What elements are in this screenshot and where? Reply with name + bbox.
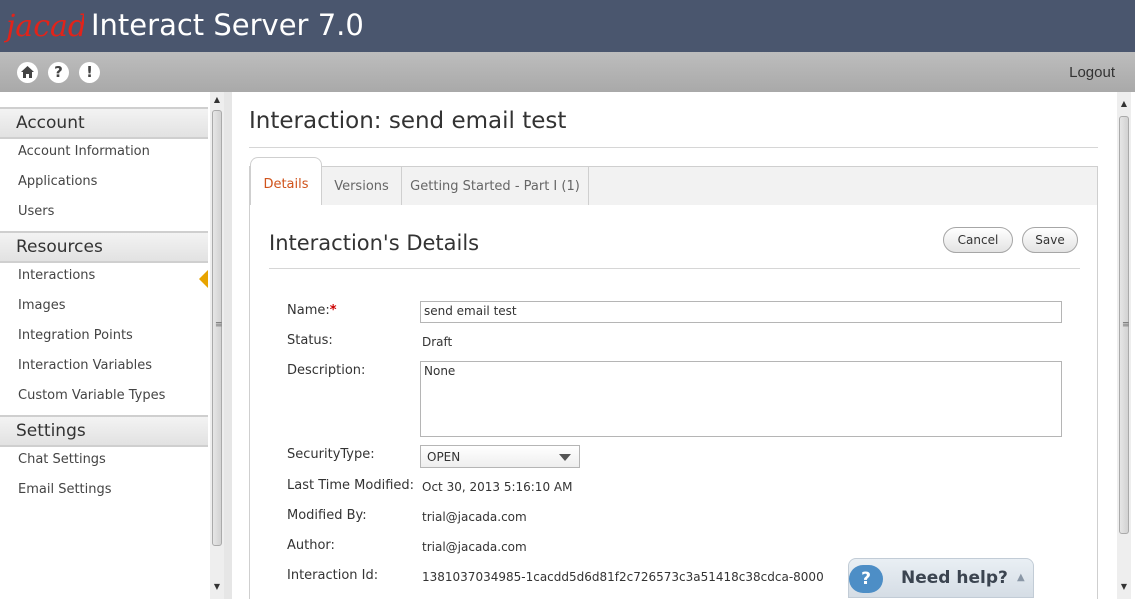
sidebar-section-title: Account: [16, 113, 85, 133]
main-content: Interaction: send email test Details Ver…: [232, 92, 1115, 599]
required-mark: *: [329, 303, 337, 318]
main-scrollbar[interactable]: ▲ ≡ ▼: [1117, 92, 1131, 599]
active-item-marker: [199, 270, 208, 288]
toolbar: ? ! Logout: [0, 52, 1135, 92]
sidebar-section-account: Account: [0, 107, 208, 139]
last-modified-value: Oct 30, 2013 5:16:10 AM: [422, 480, 573, 494]
save-button[interactable]: Save: [1022, 227, 1078, 253]
app-title: Interact Server 7.0: [91, 8, 364, 42]
scroll-down-arrow[interactable]: ▼: [1117, 581, 1131, 593]
sidebar-section-title: Resources: [16, 237, 103, 257]
description-label: Description:: [287, 363, 366, 378]
sidebar-item-interaction-variables[interactable]: Interaction Variables: [18, 358, 152, 373]
main-scroll-thumb[interactable]: ≡: [1119, 116, 1130, 534]
need-help-label: Need help?: [901, 568, 1008, 588]
name-field[interactable]: send email test: [420, 301, 1062, 323]
home-icon-shape: [21, 66, 34, 78]
section-divider: [269, 268, 1080, 269]
author-value: trial@jacada.com: [422, 540, 527, 554]
sidebar-item-images[interactable]: Images: [18, 298, 66, 313]
scroll-up-arrow[interactable]: ▲: [1117, 98, 1131, 110]
sidebar-item-users[interactable]: Users: [18, 204, 54, 219]
status-value: Draft: [422, 335, 453, 349]
interaction-id-value: 1381037034985-1cacdd5d6d81f2c726573c3a51…: [422, 570, 824, 584]
sidebar-scrollbar[interactable]: ▲ ≡ ▼: [210, 92, 224, 599]
sidebar: Account Account Information Applications…: [0, 92, 210, 599]
author-label: Author:: [287, 538, 335, 553]
modified-by-label: Modified By:: [287, 508, 367, 523]
last-modified-label: Last Time Modified:: [287, 478, 415, 493]
sidebar-item-email-settings[interactable]: Email Settings: [18, 482, 112, 497]
sidebar-item-chat-settings[interactable]: Chat Settings: [18, 452, 106, 467]
sidebar-item-applications[interactable]: Applications: [18, 174, 97, 189]
modified-by-value: trial@jacada.com: [422, 510, 527, 524]
sidebar-item-custom-variable-types[interactable]: Custom Variable Types: [18, 388, 165, 403]
scroll-up-arrow[interactable]: ▲: [210, 94, 224, 106]
grip-icon: ≡: [1122, 320, 1130, 330]
sidebar-item-interactions[interactable]: Interactions: [18, 268, 95, 283]
sidebar-section-resources: Resources: [0, 231, 208, 263]
sidebar-section-settings: Settings: [0, 415, 208, 447]
sidebar-scroll-thumb[interactable]: ≡: [212, 110, 223, 546]
tab-getting-started[interactable]: Getting Started - Part I (1): [402, 167, 589, 205]
logo-text: jacada: [4, 9, 84, 44]
section-title: Interaction's Details: [269, 231, 480, 255]
interaction-id-label: Interaction Id:: [287, 568, 379, 583]
sidebar-section-title: Settings: [16, 421, 86, 441]
scroll-down-arrow[interactable]: ▼: [210, 581, 224, 593]
sidebar-item-account-information[interactable]: Account Information: [18, 144, 150, 159]
status-label: Status:: [287, 333, 333, 348]
alert-icon[interactable]: !: [79, 62, 100, 83]
sidebar-item-integration-points[interactable]: Integration Points: [18, 328, 133, 343]
need-help-widget[interactable]: ? Need help? ▲: [848, 558, 1034, 598]
security-type-label: SecurityType:: [287, 447, 375, 462]
details-panel: Interaction's Details Cancel Save Name:*…: [249, 205, 1098, 599]
pane-divider[interactable]: [224, 92, 232, 599]
description-field[interactable]: None: [420, 361, 1062, 437]
logout-link[interactable]: Logout: [1069, 64, 1115, 81]
help-icon[interactable]: ?: [48, 62, 69, 83]
help-bubble-icon: ?: [849, 565, 883, 593]
title-divider: [249, 147, 1098, 148]
security-type-value: OPEN: [427, 450, 461, 464]
tab-versions[interactable]: Versions: [322, 167, 402, 205]
jacada-logo: jacada: [4, 9, 84, 44]
name-label-text: Name:: [287, 303, 330, 318]
grip-icon: ≡: [215, 320, 223, 330]
tab-details[interactable]: Details: [250, 157, 322, 206]
security-type-select[interactable]: OPEN: [420, 445, 580, 468]
chevron-down-icon: [559, 454, 571, 461]
app-header: jacada Interact Server 7.0: [0, 0, 1135, 52]
page-title: Interaction: send email test: [249, 108, 567, 134]
tab-bar: Details Versions Getting Started - Part …: [249, 157, 1098, 206]
cancel-button[interactable]: Cancel: [943, 227, 1013, 253]
home-icon[interactable]: [17, 62, 38, 83]
name-label: Name:*: [287, 303, 337, 318]
chevron-up-icon: ▲: [1017, 572, 1025, 583]
